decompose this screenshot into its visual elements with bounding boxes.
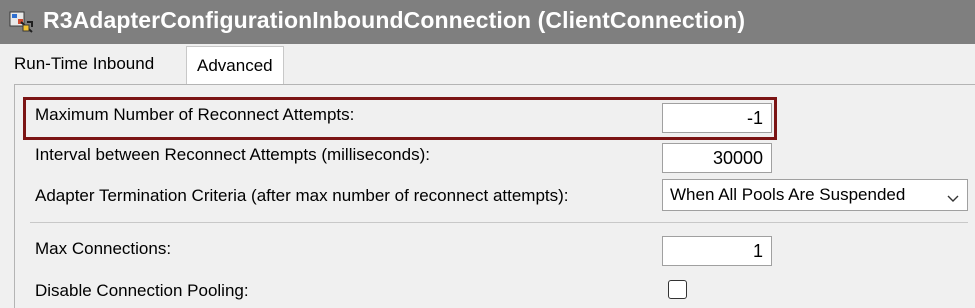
max-connections-input[interactable]: 1	[662, 236, 772, 266]
title-bar: R3AdapterConfigurationInboundConnection …	[0, 0, 975, 44]
max-reconnect-attempts-input[interactable]: -1	[662, 103, 772, 133]
dropdown-value: When All Pools Are Suspended	[670, 185, 906, 204]
configuration-window: R3AdapterConfigurationInboundConnection …	[0, 0, 975, 308]
window-title: R3AdapterConfigurationInboundConnection …	[43, 7, 746, 33]
adapter-config-icon	[9, 10, 35, 34]
tab-label: Run-Time Inbound	[14, 54, 155, 73]
tab-run-time-inbound[interactable]: Run-Time Inbound	[14, 54, 154, 74]
disable-pooling-label: Disable Connection Pooling:	[35, 281, 249, 300]
tab-label: Advanced	[197, 55, 273, 75]
reconnect-interval-label: Interval between Reconnect Attempts (mil…	[35, 145, 430, 164]
section-divider	[30, 222, 968, 223]
max-reconnect-attempts-label: Maximum Number of Reconnect Attempts:	[35, 105, 355, 124]
field-value: 1	[752, 240, 763, 261]
chevron-down-icon	[947, 189, 959, 202]
tab-strip: Run-Time Inbound Advanced	[0, 44, 975, 84]
disable-pooling-checkbox[interactable]	[668, 280, 687, 299]
reconnect-interval-input[interactable]: 30000	[662, 143, 772, 173]
termination-criteria-dropdown[interactable]: When All Pools Are Suspended	[662, 179, 968, 211]
field-value: 30000	[712, 147, 763, 168]
tab-advanced[interactable]: Advanced	[186, 46, 284, 84]
field-value: -1	[746, 107, 763, 128]
max-connections-label: Max Connections:	[35, 239, 172, 258]
termination-criteria-label: Adapter Termination Criteria (after max …	[35, 186, 569, 205]
